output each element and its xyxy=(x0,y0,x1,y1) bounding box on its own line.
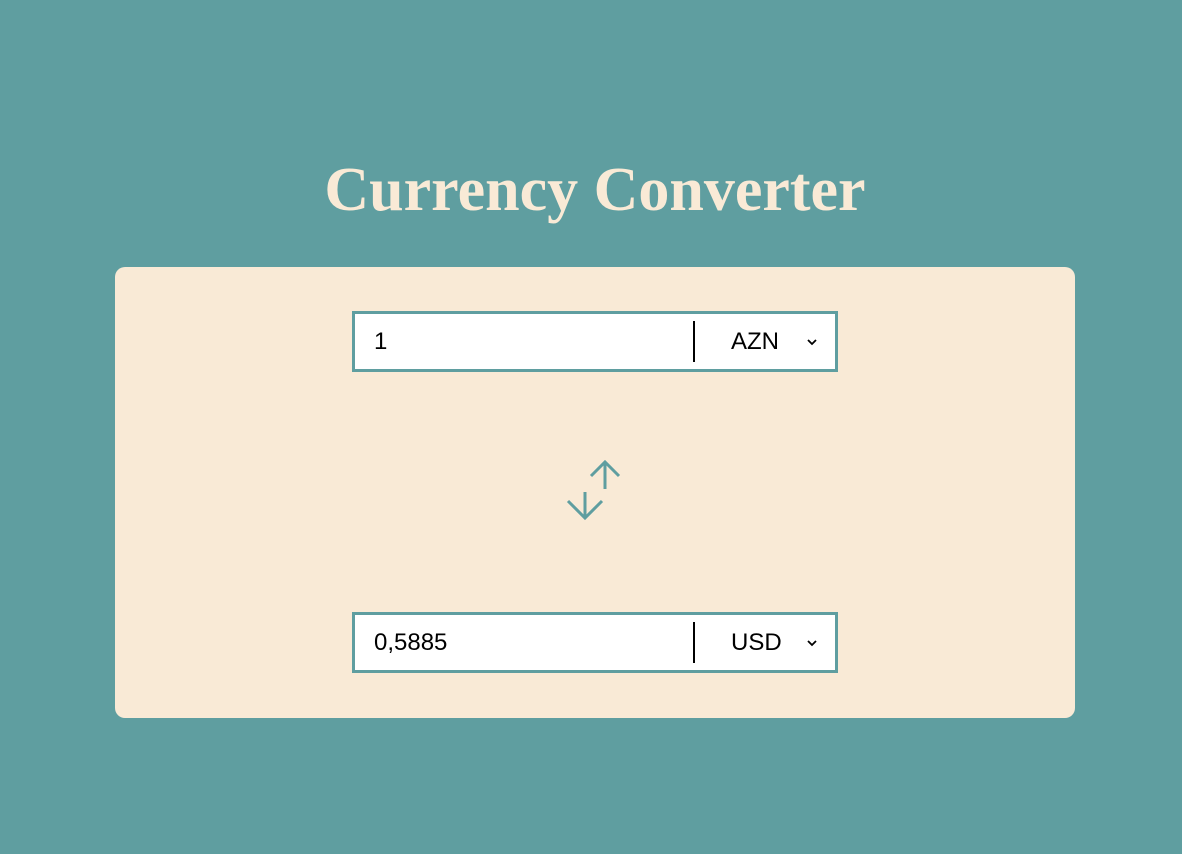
converter-card: 1 AZN 0,5885 USD xyxy=(115,267,1075,718)
chevron-down-icon xyxy=(805,335,819,349)
page-title: Currency Converter xyxy=(324,156,866,224)
to-currency-field: 0,5885 USD xyxy=(352,612,838,673)
swap-arrows-icon[interactable] xyxy=(563,457,627,525)
from-currency-code: AZN xyxy=(731,327,779,355)
to-currency-code: USD xyxy=(731,628,782,656)
chevron-down-icon xyxy=(805,636,819,650)
from-amount-input[interactable]: 1 xyxy=(355,314,693,369)
from-currency-field: 1 AZN xyxy=(352,311,838,372)
from-currency-select[interactable]: AZN xyxy=(695,314,835,369)
to-amount-input[interactable]: 0,5885 xyxy=(355,615,693,670)
to-currency-select[interactable]: USD xyxy=(695,615,835,670)
